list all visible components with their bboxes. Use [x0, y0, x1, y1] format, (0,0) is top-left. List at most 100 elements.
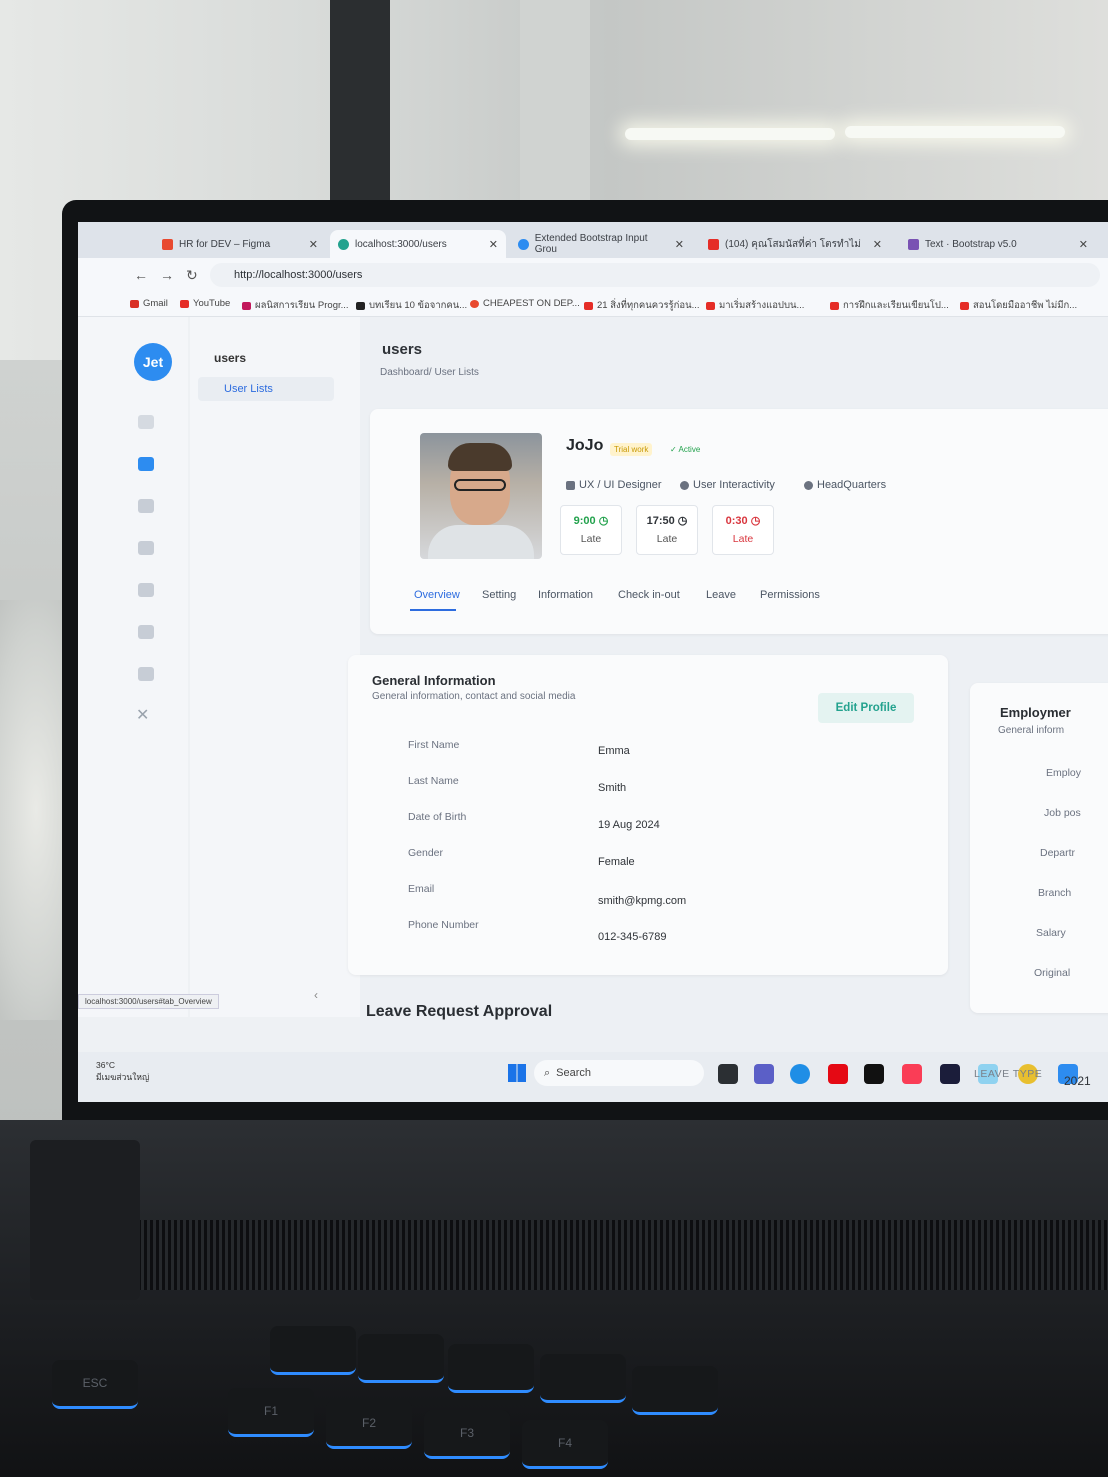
tab-localhost[interactable]: localhost:3000/users ✕	[330, 230, 506, 258]
tab-label: (104) คุณโสมนัสที่ค่า โตรทำไม่	[725, 238, 861, 250]
tab-overview[interactable]: Overview	[414, 589, 460, 601]
tab-bootstrap-input[interactable]: Extended Bootstrap Input Grou ✕	[510, 230, 692, 258]
key-f2[interactable]: F2	[326, 1400, 412, 1449]
figma-icon[interactable]	[940, 1064, 960, 1084]
sidebar-item-user-lists[interactable]: User Lists	[198, 377, 334, 401]
app-logo[interactable]: Jet	[134, 343, 172, 381]
search-icon: ⌕	[544, 1066, 551, 1079]
close-icon[interactable]: ✕	[1079, 238, 1088, 251]
sidebar-rail: Jet ✕	[78, 317, 188, 1017]
field-label: Email	[408, 883, 435, 895]
forward-icon[interactable]: →	[160, 267, 174, 283]
url-input[interactable]: http://localhost:3000/users	[210, 263, 1100, 287]
tab-information[interactable]: Information	[538, 589, 593, 601]
tab-leave[interactable]: Leave	[706, 589, 736, 601]
section-title: General Information	[372, 673, 496, 688]
task-view-icon[interactable]	[718, 1064, 738, 1084]
apple-tv-icon[interactable]	[864, 1064, 884, 1084]
document-icon[interactable]	[138, 583, 154, 597]
laptop-hinge	[30, 1140, 140, 1300]
bootstrap-icon	[908, 238, 919, 250]
tab-figma[interactable]: HR for DEV – Figma ✕	[154, 230, 326, 258]
music-icon[interactable]	[902, 1064, 922, 1084]
grid-icon[interactable]	[138, 415, 154, 429]
teams-icon[interactable]	[754, 1064, 774, 1084]
key-rog[interactable]	[632, 1366, 718, 1415]
bookmark-gmail[interactable]: Gmail	[130, 298, 168, 309]
clock-icon: ◷	[750, 515, 761, 527]
profile-role: UX / UI Designer	[566, 479, 662, 491]
team-icon	[680, 480, 689, 490]
back-icon[interactable]: ←	[134, 267, 148, 283]
leave-request-title: Leave Request Approval	[366, 1003, 553, 1020]
windows-start-icon[interactable]	[508, 1064, 526, 1082]
field-label: Branch	[1038, 887, 1072, 899]
check-icon[interactable]	[138, 541, 154, 555]
bookmark-label: 21 สิ่งที่ทุกคนควรรู้ก่อน...	[597, 300, 700, 311]
bookmark[interactable]: ผลนิสการเรียน Progr...	[242, 298, 349, 313]
netflix-icon[interactable]	[828, 1064, 848, 1084]
key-esc[interactable]: ESC	[52, 1360, 138, 1409]
tab-setting[interactable]: Setting	[482, 589, 516, 601]
youtube-icon	[708, 238, 719, 250]
key-fan[interactable]	[540, 1354, 626, 1403]
field-value: Smith	[598, 782, 627, 794]
section-subtitle: General information, contact and social …	[372, 691, 576, 702]
field-label: Date of Birth	[408, 811, 467, 823]
sidebar-submenu: users User Lists	[190, 317, 360, 1017]
briefcase-icon[interactable]	[138, 667, 154, 681]
users-icon[interactable]	[138, 457, 154, 471]
id-card-icon	[566, 480, 575, 490]
key-volume-up[interactable]	[358, 1334, 444, 1383]
bookmark[interactable]: 21 สิ่งที่ทุกคนควรรู้ก่อน...	[584, 298, 700, 313]
key-f4[interactable]: F4	[522, 1420, 608, 1469]
edge-icon[interactable]	[790, 1064, 810, 1084]
app-icon	[338, 238, 349, 250]
search-placeholder: Search	[556, 1067, 592, 1079]
tab-check-in-out[interactable]: Check in-out	[618, 589, 680, 601]
key-mute[interactable]	[448, 1344, 534, 1393]
time-label: Late	[656, 533, 678, 545]
youtube-icon	[180, 299, 189, 308]
tab-label: Text · Bootstrap v5.0	[925, 238, 1017, 250]
profile-card: JoJo Trial work ✓ Active UX / UI Designe…	[370, 409, 1108, 634]
tag-icon[interactable]	[138, 625, 154, 639]
bookmark[interactable]: บทเรียน 10 ข้อจากคน...	[356, 298, 467, 313]
key-f1[interactable]: F1	[228, 1388, 314, 1437]
key-f3[interactable]: F3	[424, 1410, 510, 1459]
wall-pillar	[330, 0, 390, 230]
close-icon[interactable]: ✕	[675, 238, 684, 251]
close-icon[interactable]: ✕	[489, 238, 498, 251]
gmail-icon	[130, 299, 139, 308]
reload-icon[interactable]: ↻	[186, 267, 198, 284]
taskbar-search[interactable]: ⌕ Search	[534, 1060, 704, 1086]
close-icon[interactable]: ✕	[309, 238, 318, 251]
youtube-icon	[584, 301, 593, 310]
bookmark[interactable]: การฝึกและเรียนเขียนโป...	[830, 298, 949, 313]
avatar-glasses	[454, 479, 506, 491]
weather-widget[interactable]: 36°C มีเมฆส่วนใหญ่	[96, 1060, 149, 1084]
time-label: Late	[732, 533, 754, 545]
tab-permissions[interactable]: Permissions	[760, 589, 820, 601]
collapse-chevron-icon[interactable]: ‹	[314, 988, 318, 1002]
edit-profile-button[interactable]: Edit Profile	[818, 693, 914, 723]
key-volume-down[interactable]	[270, 1326, 356, 1375]
tab-youtube[interactable]: (104) คุณโสมนัสที่ค่า โตรทำไม่ ✕	[700, 230, 890, 258]
field-label: Departr	[1040, 847, 1076, 859]
close-icon[interactable]: ✕	[873, 238, 882, 251]
edit-icon[interactable]	[138, 499, 154, 513]
checkin-time-box: 9:00 ◷ Late	[560, 505, 622, 555]
tab-bootstrap-text[interactable]: Text · Bootstrap v5.0 ✕	[900, 230, 1096, 258]
year-value: 2021	[1064, 1074, 1091, 1088]
trial-badge: Trial work	[610, 443, 653, 456]
employment-card: Employmer General inform Employ Job pos …	[970, 683, 1108, 1013]
bookmark[interactable]: CHEAPEST ON DEP...	[470, 298, 580, 309]
leave-type-label: LEAVE TYPE	[974, 1068, 1043, 1080]
bookmark-youtube[interactable]: YouTube	[180, 298, 230, 309]
general-info-card: General Information General information,…	[348, 655, 948, 975]
bookmark[interactable]: มาเริ่มสร้างแอปบน...	[706, 298, 804, 313]
section-subtitle: General inform	[998, 725, 1065, 736]
bookmark[interactable]: สอนโดยมืออาชีพ ไม่มีก...	[960, 298, 1077, 313]
close-icon[interactable]: ✕	[136, 705, 149, 725]
page-title: users	[382, 341, 423, 358]
